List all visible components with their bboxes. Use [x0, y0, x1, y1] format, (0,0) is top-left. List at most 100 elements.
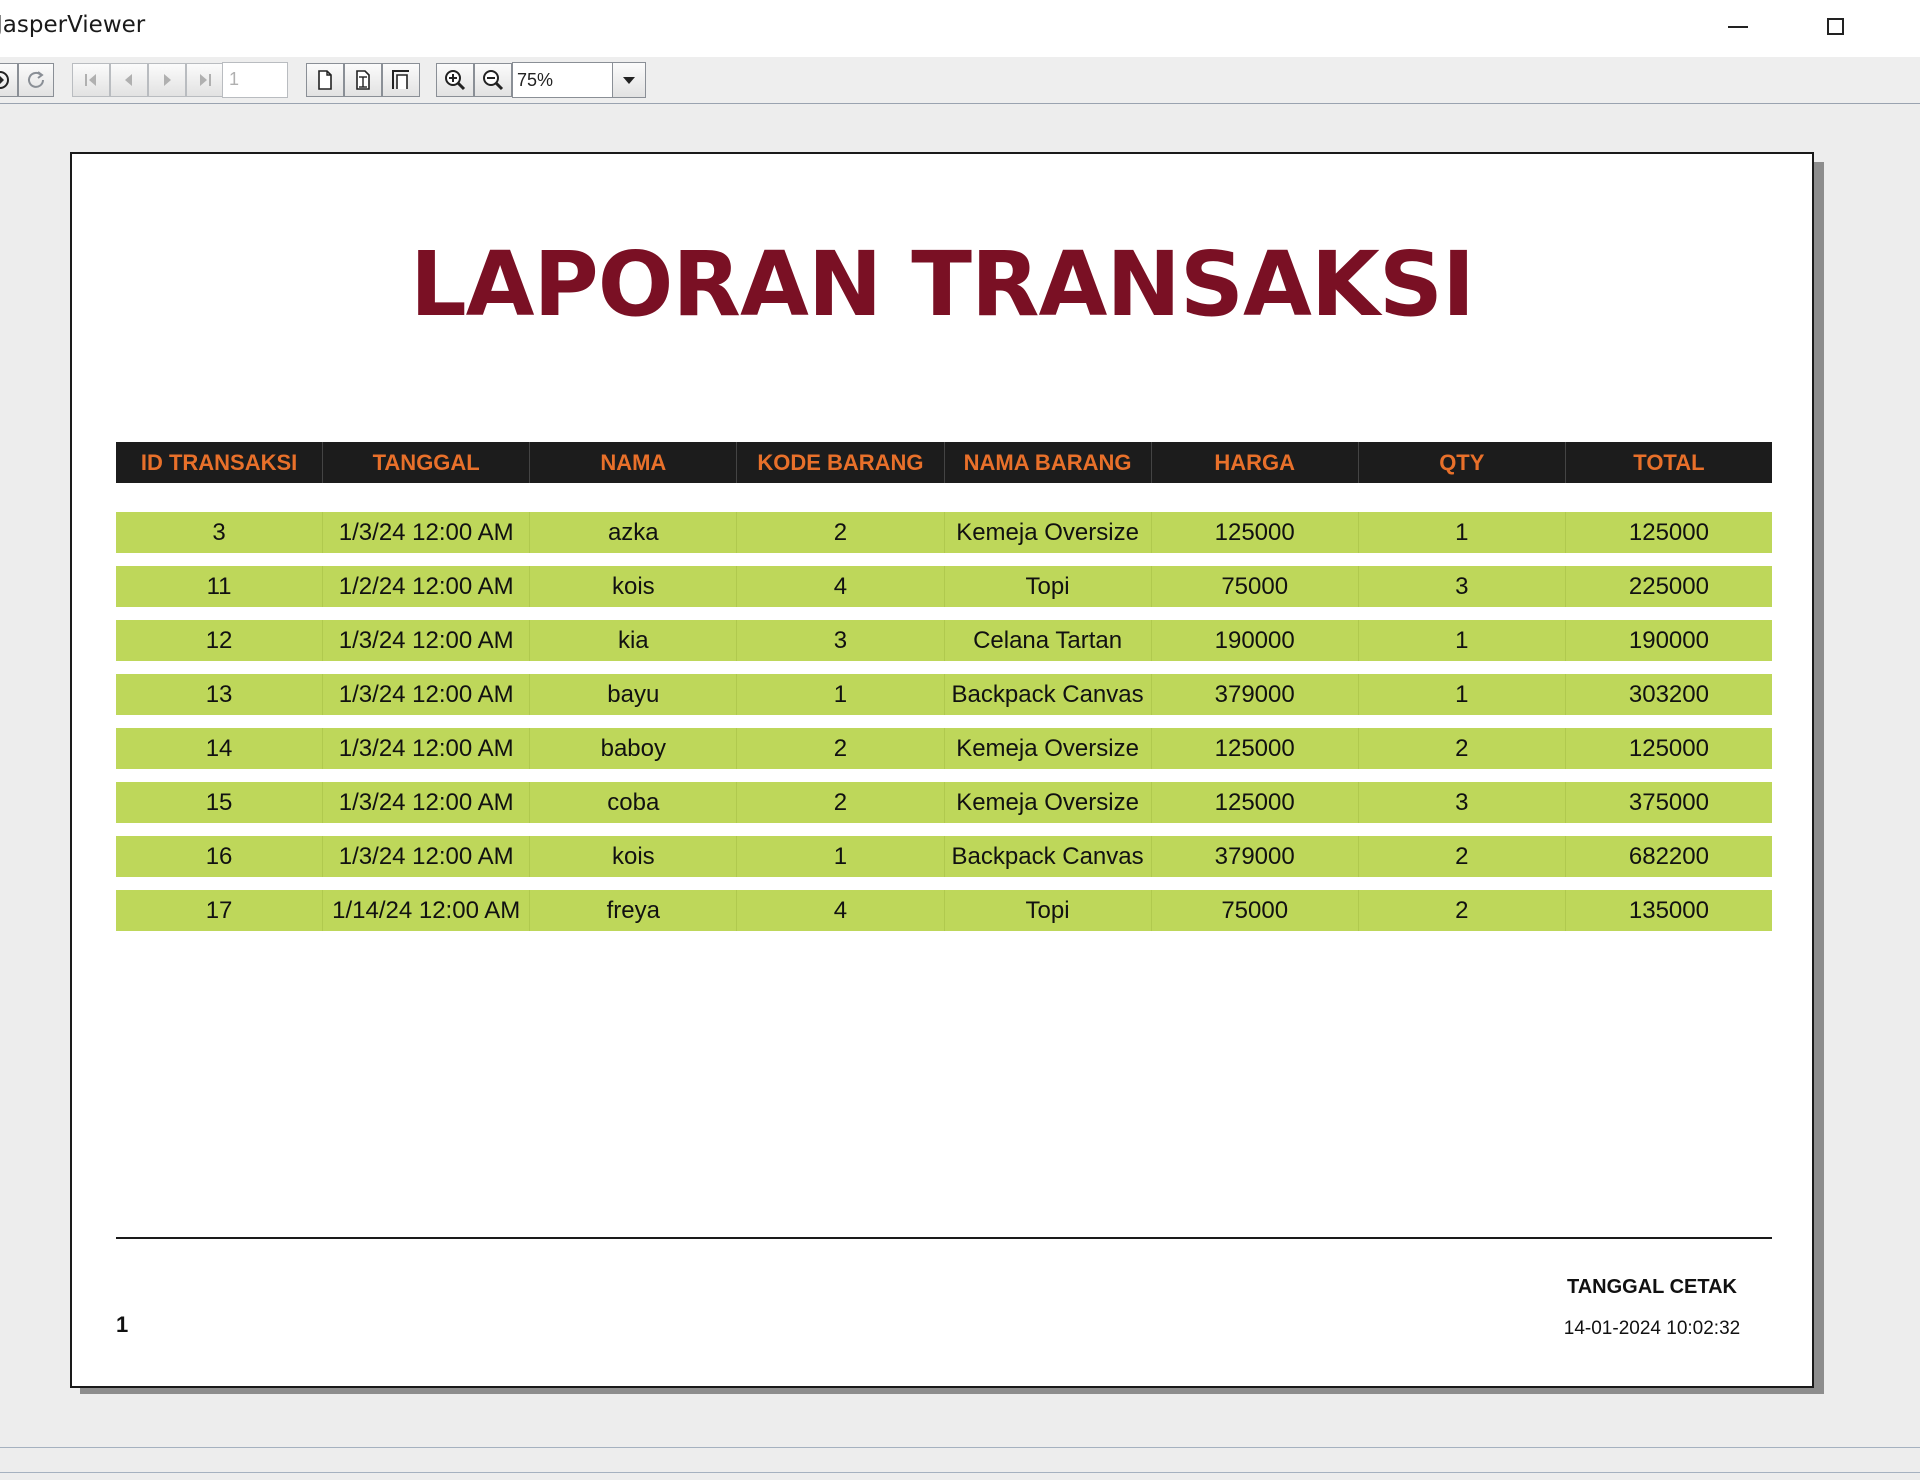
- table-cell: 1: [1359, 674, 1566, 715]
- fit-width-button[interactable]: [382, 63, 420, 97]
- table-cell: 3: [116, 512, 324, 553]
- table-cell: Kemeja Oversize: [945, 512, 1152, 553]
- table-cell: 190000: [1628, 626, 1709, 654]
- table-cell: 12: [116, 620, 324, 661]
- table-cell: 1: [737, 836, 945, 877]
- table-cell: 125000: [1152, 728, 1359, 769]
- table-cell: 75000: [1152, 566, 1359, 607]
- print-date-label: TANGGAL CETAK: [1567, 1276, 1737, 1298]
- table-cell: freya: [530, 890, 738, 931]
- zoom-out-button[interactable]: [474, 63, 512, 97]
- table-cell: 135000: [1628, 896, 1709, 924]
- table-cell: 125000: [1152, 512, 1359, 553]
- reload-button[interactable]: [18, 63, 54, 97]
- table-header: ID TRANSAKSI TANGGAL NAMA KODE BARANG NA…: [116, 442, 1772, 483]
- table-cell: 16: [116, 836, 324, 877]
- footer-divider: [116, 1237, 1772, 1239]
- column-header: ID TRANSAKSI: [116, 442, 324, 483]
- report-page-number: 1: [116, 1312, 129, 1337]
- table-cell: 2: [1359, 728, 1566, 769]
- maximize-button[interactable]: [1790, 0, 1880, 53]
- table-row: 15 1/3/24 12:00 AM coba 2 Kemeja Oversiz…: [116, 782, 1772, 823]
- minimize-button[interactable]: [1693, 0, 1783, 53]
- column-header: NAMA: [530, 442, 738, 483]
- save-button[interactable]: [0, 63, 18, 97]
- table-cell: 303200: [1628, 680, 1709, 708]
- table-body: 3 1/3/24 12:00 AM azka 2 Kemeja Oversize…: [116, 512, 1772, 944]
- table-cell: coba: [530, 782, 738, 823]
- table-cell: 75000: [1152, 890, 1359, 931]
- table-cell: 125000: [1628, 734, 1709, 762]
- first-page-icon: [85, 74, 96, 86]
- column-header: NAMA BARANG: [945, 442, 1152, 483]
- column-header: TANGGAL: [323, 442, 531, 483]
- table-row: 13 1/3/24 12:00 AM bayu 1 Backpack Canva…: [116, 674, 1772, 715]
- previous-page-icon: [125, 74, 132, 86]
- table-cell: 4: [737, 890, 945, 931]
- table-cell: 379000: [1152, 836, 1359, 877]
- table-cell: 2: [737, 512, 945, 553]
- table-cell: 379000: [1152, 674, 1359, 715]
- table-cell: 1/3/24 12:00 AM: [323, 782, 531, 823]
- table-cell: 1/3/24 12:00 AM: [323, 728, 531, 769]
- fit-page-icon: [356, 70, 370, 90]
- page-number-input[interactable]: 1: [222, 62, 288, 98]
- table-cell: Topi: [945, 566, 1152, 607]
- table-row: 3 1/3/24 12:00 AM azka 2 Kemeja Oversize…: [116, 512, 1772, 553]
- table-cell: Celana Tartan: [945, 620, 1152, 661]
- zoom-select[interactable]: 75%: [512, 62, 646, 98]
- actual-size-button[interactable]: [306, 63, 344, 97]
- jasper-viewer-window: JasperViewer 1 75% LAPORAN TRANSAKSI ID …: [0, 0, 1920, 1480]
- table-cell: 1: [737, 674, 945, 715]
- table-cell: 13: [116, 674, 324, 715]
- next-page-icon: [164, 74, 171, 86]
- last-page-button[interactable]: [186, 63, 224, 97]
- print-date-value: 14-01-2024 10:02:32: [1563, 1318, 1741, 1339]
- table-cell: 1/3/24 12:00 AM: [323, 512, 531, 553]
- table-cell: 1/3/24 12:00 AM: [323, 674, 531, 715]
- table-cell: 125000: [1628, 518, 1709, 546]
- zoom-dropdown-button[interactable]: [612, 63, 645, 97]
- table-cell: 2: [737, 728, 945, 769]
- window-title: JasperViewer: [0, 12, 146, 38]
- column-header: HARGA: [1152, 442, 1359, 483]
- fit-page-button[interactable]: [344, 63, 382, 97]
- title-bar: JasperViewer: [0, 0, 1920, 57]
- column-header: KODE BARANG: [737, 442, 945, 483]
- table-cell: 2: [1359, 890, 1566, 931]
- table-cell: Backpack Canvas: [945, 674, 1152, 715]
- table-cell: 15: [116, 782, 324, 823]
- table-cell: Topi: [945, 890, 1152, 931]
- first-page-button[interactable]: [72, 63, 110, 97]
- table-cell: Kemeja Oversize: [945, 782, 1152, 823]
- table-cell: 3: [737, 620, 945, 661]
- table-cell: azka: [530, 512, 738, 553]
- table-cell: 1/3/24 12:00 AM: [323, 620, 531, 661]
- table-cell: 1/2/24 12:00 AM: [323, 566, 531, 607]
- table-cell: 17: [116, 890, 324, 931]
- next-page-button[interactable]: [148, 63, 186, 97]
- table-cell: 14: [116, 728, 324, 769]
- zoom-in-button[interactable]: [436, 63, 474, 97]
- dropdown-arrow-icon: [623, 77, 635, 84]
- table-row: 11 1/2/24 12:00 AM kois 4 Topi 75000 3 2…: [116, 566, 1772, 607]
- table-cell: 2: [1359, 836, 1566, 877]
- table-cell: kia: [530, 620, 738, 661]
- table-row: 12 1/3/24 12:00 AM kia 3 Celana Tartan 1…: [116, 620, 1772, 661]
- table-cell: 1: [1359, 512, 1566, 553]
- actual-size-icon: [318, 70, 332, 90]
- viewer-toolbar: [0, 57, 1920, 104]
- previous-page-button[interactable]: [110, 63, 148, 97]
- status-divider: [0, 1447, 1920, 1448]
- table-cell: 11: [116, 566, 324, 607]
- reload-icon: [28, 71, 44, 88]
- table-cell: 3: [1359, 566, 1566, 607]
- table-cell: 375000: [1628, 788, 1709, 816]
- status-divider: [0, 1472, 1920, 1473]
- table-cell: baboy: [530, 728, 738, 769]
- table-cell: Kemeja Oversize: [945, 728, 1152, 769]
- last-page-icon: [200, 74, 211, 86]
- table-cell: Backpack Canvas: [945, 836, 1152, 877]
- table-row: 16 1/3/24 12:00 AM kois 1 Backpack Canva…: [116, 836, 1772, 877]
- table-cell: 1/14/24 12:00 AM: [323, 890, 531, 931]
